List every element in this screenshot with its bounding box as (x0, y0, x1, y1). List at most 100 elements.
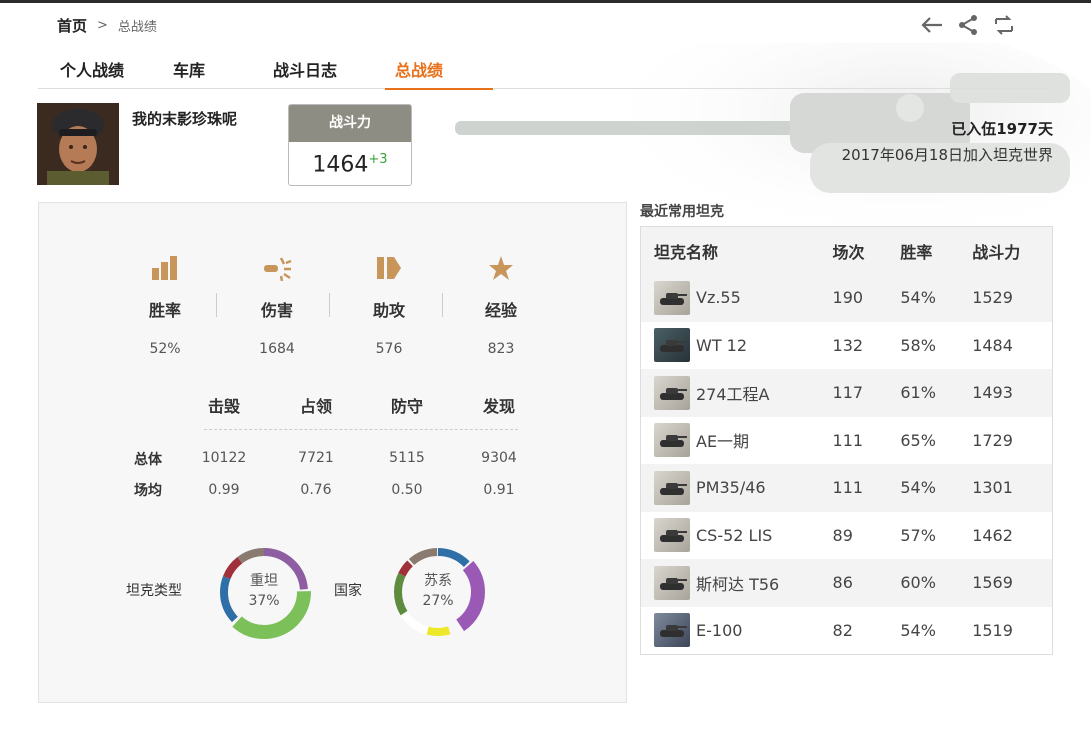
stat-label: 助攻 (372, 301, 405, 320)
header-tank-name: 坦克名称 (654, 242, 719, 262)
combat-power-label: 战斗力 (289, 105, 411, 142)
avatar (37, 103, 119, 185)
tank-name: WT 12 (696, 335, 748, 355)
cell-total-defense: 5115 (389, 450, 425, 466)
tank-win-rate: 65% (900, 430, 936, 450)
tank-battles: 117 (832, 383, 864, 403)
combat-power-delta: +3 (368, 152, 388, 167)
refresh-icon[interactable] (992, 13, 1016, 37)
cell-avg-spotted: 0.91 (483, 482, 515, 498)
tank-icon (654, 613, 690, 648)
donut-center-name: 苏系 (424, 573, 452, 589)
tank-battles: 111 (832, 478, 864, 498)
tank-name: 斯柯达 T56 (696, 574, 780, 594)
top-actions (920, 13, 1016, 37)
col-header-kills: 击毁 (207, 397, 240, 416)
tank-battles: 190 (832, 288, 864, 308)
donut-center-text: 重坦 37% (216, 571, 312, 611)
donut-label-tank-type: 坦克类型 (126, 583, 182, 599)
stat-label: 伤害 (260, 301, 293, 320)
enlisted-days: 已入伍1977天 (951, 120, 1053, 138)
tank-icon (654, 518, 690, 553)
assist-icon (333, 253, 445, 283)
back-arrow-icon[interactable] (920, 13, 944, 37)
tank-icon (654, 470, 690, 505)
combat-power-number: 1464 (312, 152, 369, 178)
dotted-divider (204, 429, 518, 430)
table-row[interactable]: CS-52 LIS 89 57% 1462 (641, 512, 1052, 560)
table-row[interactable]: 斯柯达 T56 86 60% 1569 (641, 559, 1052, 607)
tank-power: 1493 (972, 383, 1013, 403)
col-header-defense: 防守 (390, 397, 423, 416)
breadcrumb-home-link[interactable]: 首页 (57, 15, 87, 36)
divider (442, 293, 443, 317)
tank-name: PM35/46 (696, 478, 766, 498)
header-power: 战斗力 (972, 242, 1021, 262)
bar-chart-icon (109, 253, 221, 283)
tank-name-cell: PM35/46 (641, 470, 833, 505)
row-label-total: 总体 (134, 452, 162, 468)
tab-battle-log[interactable]: 战斗日志 (251, 51, 373, 89)
recent-tanks-table: 坦克名称 场次 胜率 战斗力 Vz.55 190 54% 1529 WT 12 132 58… (640, 226, 1053, 655)
player-name: 我的末影珍珠呢 (132, 110, 238, 128)
divider (329, 293, 330, 317)
table-row[interactable]: 274工程A 117 61% 1493 (641, 369, 1052, 417)
stat-value: 1684 (259, 341, 295, 357)
breadcrumb-separator: > (97, 18, 108, 33)
tab-garage[interactable]: 车库 (151, 51, 251, 89)
col-header-spotted: 发现 (482, 397, 515, 416)
tank-power: 1301 (972, 478, 1013, 498)
tank-power: 1529 (972, 288, 1013, 308)
table-row[interactable]: WT 12 132 58% 1484 (641, 322, 1052, 370)
tank-power: 1484 (972, 335, 1013, 355)
tank-name-cell: WT 12 (641, 328, 833, 363)
tank-win-rate: 60% (900, 573, 936, 593)
tank-icon (654, 375, 690, 410)
table-row[interactable]: PM35/46 111 54% 1301 (641, 464, 1052, 512)
donut-label-nation: 国家 (334, 583, 362, 599)
donut-center-name: 重坦 (250, 573, 278, 589)
join-date: 2017年06月18日加入坦克世界 (841, 146, 1053, 164)
table-row[interactable]: AE一期 111 65% 1729 (641, 417, 1052, 465)
tank-icon (654, 565, 690, 600)
tab-overall-stats[interactable]: 总战绩 (373, 51, 493, 90)
tank-name-cell: Vz.55 (641, 280, 833, 315)
donut-center-text: 苏系 27% (390, 571, 486, 611)
row-label-average: 场均 (134, 483, 162, 499)
tank-win-rate: 54% (900, 288, 936, 308)
cell-avg-capture: 0.76 (300, 482, 332, 498)
tank-name-cell: CS-52 LIS (641, 518, 833, 553)
breadcrumb: 首页 > 总战绩 (57, 15, 157, 36)
tank-battles: 82 (832, 620, 853, 640)
tank-icon (654, 280, 690, 315)
header-battles: 场次 (832, 242, 865, 262)
tank-battles: 111 (832, 430, 864, 450)
tank-win-rate: 61% (900, 383, 936, 403)
cell-total-capture: 7721 (298, 450, 334, 466)
tab-personal-stats[interactable]: 个人战绩 (38, 51, 151, 89)
table-row[interactable]: E-100 82 54% 1519 (641, 607, 1052, 655)
stat-value: 823 (487, 341, 515, 357)
donut-center-pct: 27% (422, 593, 454, 609)
tank-icon (654, 423, 690, 458)
col-header-capture: 占领 (299, 397, 332, 416)
tank-name-cell: 274工程A (641, 375, 833, 410)
divider (216, 293, 217, 317)
share-icon[interactable] (956, 13, 980, 37)
tank-name: E-100 (696, 620, 743, 640)
stat-assist: 助攻 576 (333, 253, 445, 357)
breadcrumb-current: 总战绩 (117, 20, 157, 35)
tank-win-rate: 54% (900, 478, 936, 498)
tank-power: 1462 (972, 525, 1013, 545)
cell-total-kills: 10122 (201, 450, 247, 466)
table-row[interactable]: Vz.55 190 54% 1529 (641, 274, 1052, 322)
tank-name-cell: 斯柯达 T56 (641, 565, 833, 600)
tank-icon (654, 328, 690, 363)
combat-power-value: 1464+3 (289, 152, 411, 177)
recent-tanks-title: 最近常用坦克 (640, 204, 724, 220)
stat-value: 576 (375, 341, 403, 357)
tank-battles: 132 (832, 335, 864, 355)
donut-center-pct: 37% (248, 593, 280, 609)
tank-power: 1729 (972, 430, 1013, 450)
tank-name: Vz.55 (696, 288, 741, 308)
